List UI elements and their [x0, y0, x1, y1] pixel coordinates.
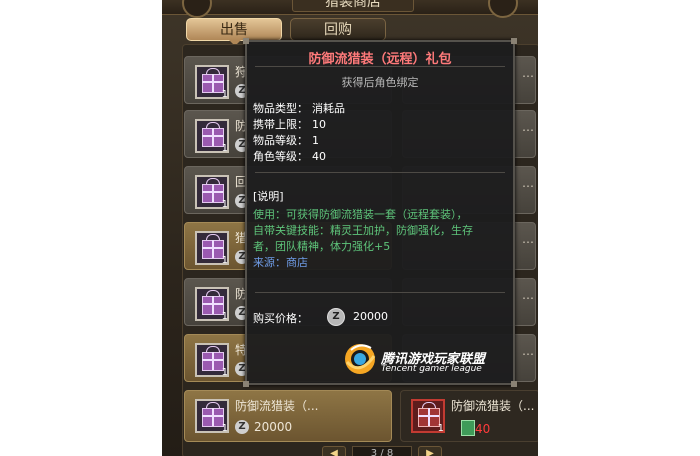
- divider: [255, 66, 505, 67]
- description-line-2: 自带关键技能：精灵王加护，防御强化，生存: [253, 224, 473, 237]
- ellipsis-icon: …: [522, 66, 534, 80]
- scroll-currency-icon: [461, 420, 475, 436]
- description-header: [说明]: [253, 190, 284, 203]
- item-name: 防御流猎装（...: [235, 399, 319, 413]
- next-page-button[interactable]: ▶: [418, 446, 442, 456]
- gift-box-icon: 1: [195, 231, 229, 266]
- tab-buyback[interactable]: 回购: [290, 18, 386, 41]
- shop-title-bar: 猎装商店: [162, 0, 538, 18]
- stat-item-type: 物品类型： 消耗品: [253, 102, 345, 115]
- title-ornament-left: [182, 0, 212, 18]
- gift-box-icon: 1: [411, 399, 445, 434]
- gift-box-icon: 1: [195, 287, 229, 322]
- ellipsis-icon: …: [522, 288, 534, 302]
- price-label: 购买价格：: [253, 312, 308, 325]
- pagination: ◀ 3 / 8 ▶: [322, 446, 442, 456]
- ellipsis-icon: …: [522, 232, 534, 246]
- gift-box-icon: 1: [195, 399, 229, 434]
- stat-char-level: 角色等级： 40: [253, 150, 326, 163]
- shop-window: 猎装商店 出售 回购 1 狩 Z 1 防 Z 1 回 Z 1 猎 Z 1 防 Z…: [162, 0, 538, 456]
- description-line-3: 者，团队精神，体力强化+5: [253, 240, 391, 253]
- item-tooltip: 防御流猎装（远程）礼包 获得后角色绑定 物品类型： 消耗品 携带上限： 10 物品等…: [243, 38, 517, 387]
- ellipsis-icon: …: [522, 120, 534, 134]
- watermark-subtitle: Tencent gamer league: [381, 364, 482, 374]
- page-indicator: 3 / 8: [352, 446, 412, 456]
- gift-box-icon: 1: [195, 119, 229, 154]
- title-ornament-right: [488, 0, 518, 18]
- bind-note: 获得后角色绑定: [341, 76, 419, 89]
- divider: [255, 172, 505, 173]
- zeny-coin-icon: Z: [235, 420, 249, 434]
- shop-title: 猎装商店: [292, 0, 414, 12]
- zeny-coin-icon: Z: [327, 308, 345, 326]
- divider: [255, 292, 505, 293]
- gift-box-icon: 1: [195, 65, 229, 100]
- description-line-1: 使用：可获得防御流猎装一套（远程套装），: [253, 208, 468, 221]
- stat-item-level: 物品等级： 1: [253, 134, 319, 147]
- shop-item-7[interactable]: 1 防御流猎装（... Z 20000: [184, 390, 392, 442]
- tab-sell[interactable]: 出售: [186, 18, 282, 46]
- tooltip-title: 防御流猎装（远程）礼包: [308, 52, 452, 67]
- ellipsis-icon: …: [522, 176, 534, 190]
- source-line: 来源：商店: [253, 256, 308, 269]
- shop-item-8[interactable]: 1 防御流猎装（... 40: [400, 390, 538, 442]
- gift-box-icon: 1: [195, 343, 229, 378]
- stat-carry-limit: 携带上限： 10: [253, 118, 326, 131]
- tencent-gamer-league-logo-icon: [345, 344, 376, 374]
- item-name: 防御流猎装（...: [451, 399, 535, 413]
- item-price: 20000: [254, 420, 293, 434]
- ellipsis-icon: …: [522, 344, 534, 358]
- price-value: 20000: [353, 310, 388, 323]
- gift-box-icon: 1: [195, 175, 229, 210]
- item-price: 40: [475, 422, 491, 436]
- prev-page-button[interactable]: ◀: [322, 446, 346, 456]
